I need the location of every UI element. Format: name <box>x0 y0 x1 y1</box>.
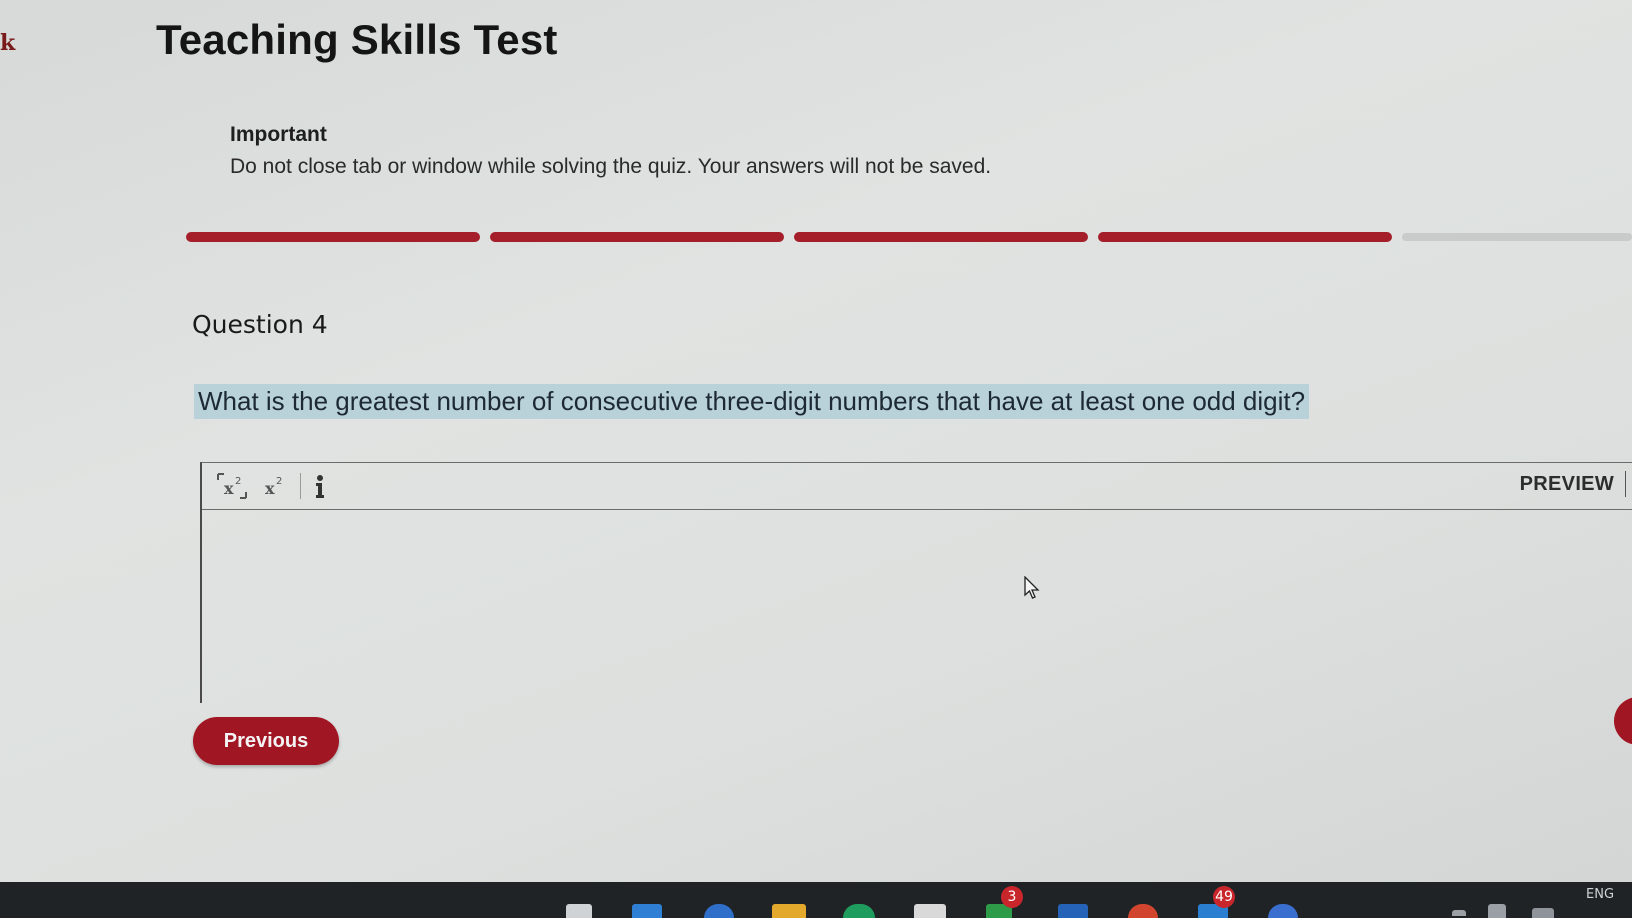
svg-text:x: x <box>265 479 275 498</box>
tray-chevron-icon[interactable] <box>1452 910 1466 916</box>
page-title: Teaching Skills Test <box>156 16 558 63</box>
windows-start-icon[interactable] <box>632 904 662 918</box>
mouse-pointer-icon <box>1024 575 1040 605</box>
edge-browser-icon[interactable] <box>704 904 734 918</box>
quiz-progress-bar <box>186 232 1632 244</box>
preview-divider <box>1625 471 1626 497</box>
chrome-browser-icon[interactable] <box>843 904 875 918</box>
notification-badge: 49 <box>1213 886 1235 908</box>
toolbar-divider <box>300 473 301 499</box>
store-icon[interactable] <box>914 904 946 918</box>
next-button-edge[interactable] <box>1614 697 1632 745</box>
chrome-secondary-icon[interactable] <box>1268 904 1298 918</box>
question-text: What is the greatest number of consecuti… <box>194 384 1310 419</box>
tray-network-icon[interactable] <box>1488 904 1506 918</box>
progress-segment-complete <box>186 232 480 242</box>
answer-editor: x 2 x 2 PREVIEW <box>200 462 1632 703</box>
language-indicator[interactable]: ENG <box>1586 887 1614 902</box>
notification-badge: 3 <box>1001 886 1023 908</box>
previous-button[interactable]: Previous <box>193 717 339 765</box>
subscript-icon[interactable]: x 2 <box>212 471 252 501</box>
preview-button[interactable]: PREVIEW <box>1520 473 1614 496</box>
notice-title: Important <box>230 123 327 146</box>
answer-input[interactable] <box>202 510 1632 703</box>
info-icon[interactable] <box>310 471 330 501</box>
mail-app-icon[interactable] <box>1058 904 1088 918</box>
progress-segment-complete <box>490 232 784 242</box>
progress-segment-complete <box>794 232 1088 242</box>
important-notice: Important Do not close tab or window whi… <box>230 123 991 179</box>
back-link-fragment[interactable]: k <box>0 30 15 56</box>
question-label: Question 4 <box>192 310 328 339</box>
svg-text:x: x <box>224 479 234 498</box>
svg-text:2: 2 <box>276 476 282 487</box>
file-explorer-icon[interactable] <box>772 904 806 918</box>
notice-text: Do not close tab or window while solving… <box>230 155 992 178</box>
progress-segment-complete <box>1098 232 1392 242</box>
svg-text:2: 2 <box>235 476 241 487</box>
chrome-profile-icon[interactable] <box>1128 904 1158 918</box>
os-taskbar: 3 49 ENG <box>0 882 1632 918</box>
superscript-icon[interactable]: x 2 <box>260 471 290 501</box>
editor-toolbar: x 2 x 2 PREVIEW <box>202 463 1632 510</box>
progress-segment-pending <box>1402 233 1632 241</box>
taskbar-app-icon[interactable] <box>566 904 592 918</box>
tray-keyboard-icon[interactable] <box>1532 908 1554 918</box>
